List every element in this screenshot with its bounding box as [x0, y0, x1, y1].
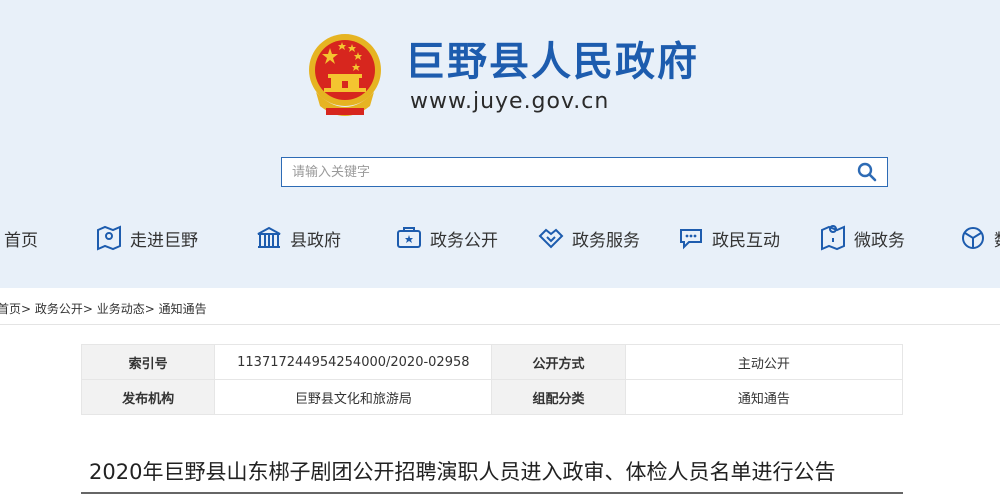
main-nav: 首页 走进巨野 县政府 政务公开 政务服务 政民互动 微政务	[0, 218, 1000, 258]
nav-item-data[interactable]: 数	[958, 218, 1000, 258]
nav-label: 政民互动	[712, 230, 780, 251]
nav-item-about-juye[interactable]: 走进巨野	[94, 218, 198, 258]
title-divider	[81, 492, 903, 494]
table-row: 索引号 113717244954254000/2020-02958 公开方式 主…	[80, 344, 904, 380]
nav-item-micro-affairs[interactable]: 微政务	[818, 218, 905, 258]
breadcrumb[interactable]: 首页> 政务公开> 业务动态> 通知通告	[0, 300, 207, 317]
article-title: 2020年巨野县山东梆子剧团公开招聘演职人员进入政审、体检人员名单进行公告	[89, 460, 836, 484]
info-table: 索引号 113717244954254000/2020-02958 公开方式 主…	[80, 344, 904, 415]
org-label: 发布机构	[80, 379, 216, 415]
search-button[interactable]	[847, 158, 887, 186]
handshake-icon	[536, 223, 566, 253]
search-bar	[281, 157, 888, 187]
search-input[interactable]	[282, 158, 842, 186]
search-icon	[857, 162, 877, 182]
chat-icon	[676, 223, 706, 253]
map-icon	[94, 223, 124, 253]
building-icon	[254, 223, 284, 253]
org-value: 巨野县文化和旅游局	[214, 379, 493, 415]
nav-label: 微政务	[854, 230, 905, 251]
category-label: 组配分类	[491, 379, 626, 415]
method-label: 公开方式	[491, 344, 626, 380]
nav-label: 县政府	[290, 230, 341, 251]
nav-label: 政务服务	[572, 230, 640, 251]
nav-item-home[interactable]: 首页	[0, 218, 38, 258]
index-label: 索引号	[80, 344, 216, 380]
nav-item-public-interaction[interactable]: 政民互动	[676, 218, 780, 258]
table-row: 发布机构 巨野县文化和旅游局 组配分类 通知通告	[80, 379, 904, 415]
nav-item-government-services[interactable]: 政务服务	[536, 218, 640, 258]
method-value: 主动公开	[624, 344, 904, 380]
nav-item-government-affairs[interactable]: 政务公开	[394, 218, 498, 258]
nav-item-county-government[interactable]: 县政府	[254, 218, 341, 258]
breadcrumb-divider	[0, 324, 1000, 325]
nav-label: 首页	[4, 230, 38, 251]
header-banner: 巨野县人民政府 www.juye.gov.cn 首页 走进巨野	[0, 0, 1000, 288]
index-value: 113717244954254000/2020-02958	[214, 344, 493, 380]
nav-label: 政务公开	[430, 230, 498, 251]
nav-label: 数	[994, 226, 1000, 251]
site-name: 巨野县人民政府	[405, 39, 699, 85]
site-url: www.juye.gov.cn	[410, 89, 610, 114]
map-pin-icon	[818, 223, 848, 253]
globe-icon	[958, 223, 988, 253]
category-value: 通知通告	[624, 379, 904, 415]
nav-label: 走进巨野	[130, 230, 198, 251]
folder-icon	[394, 223, 424, 253]
national-emblem-icon	[309, 34, 381, 116]
